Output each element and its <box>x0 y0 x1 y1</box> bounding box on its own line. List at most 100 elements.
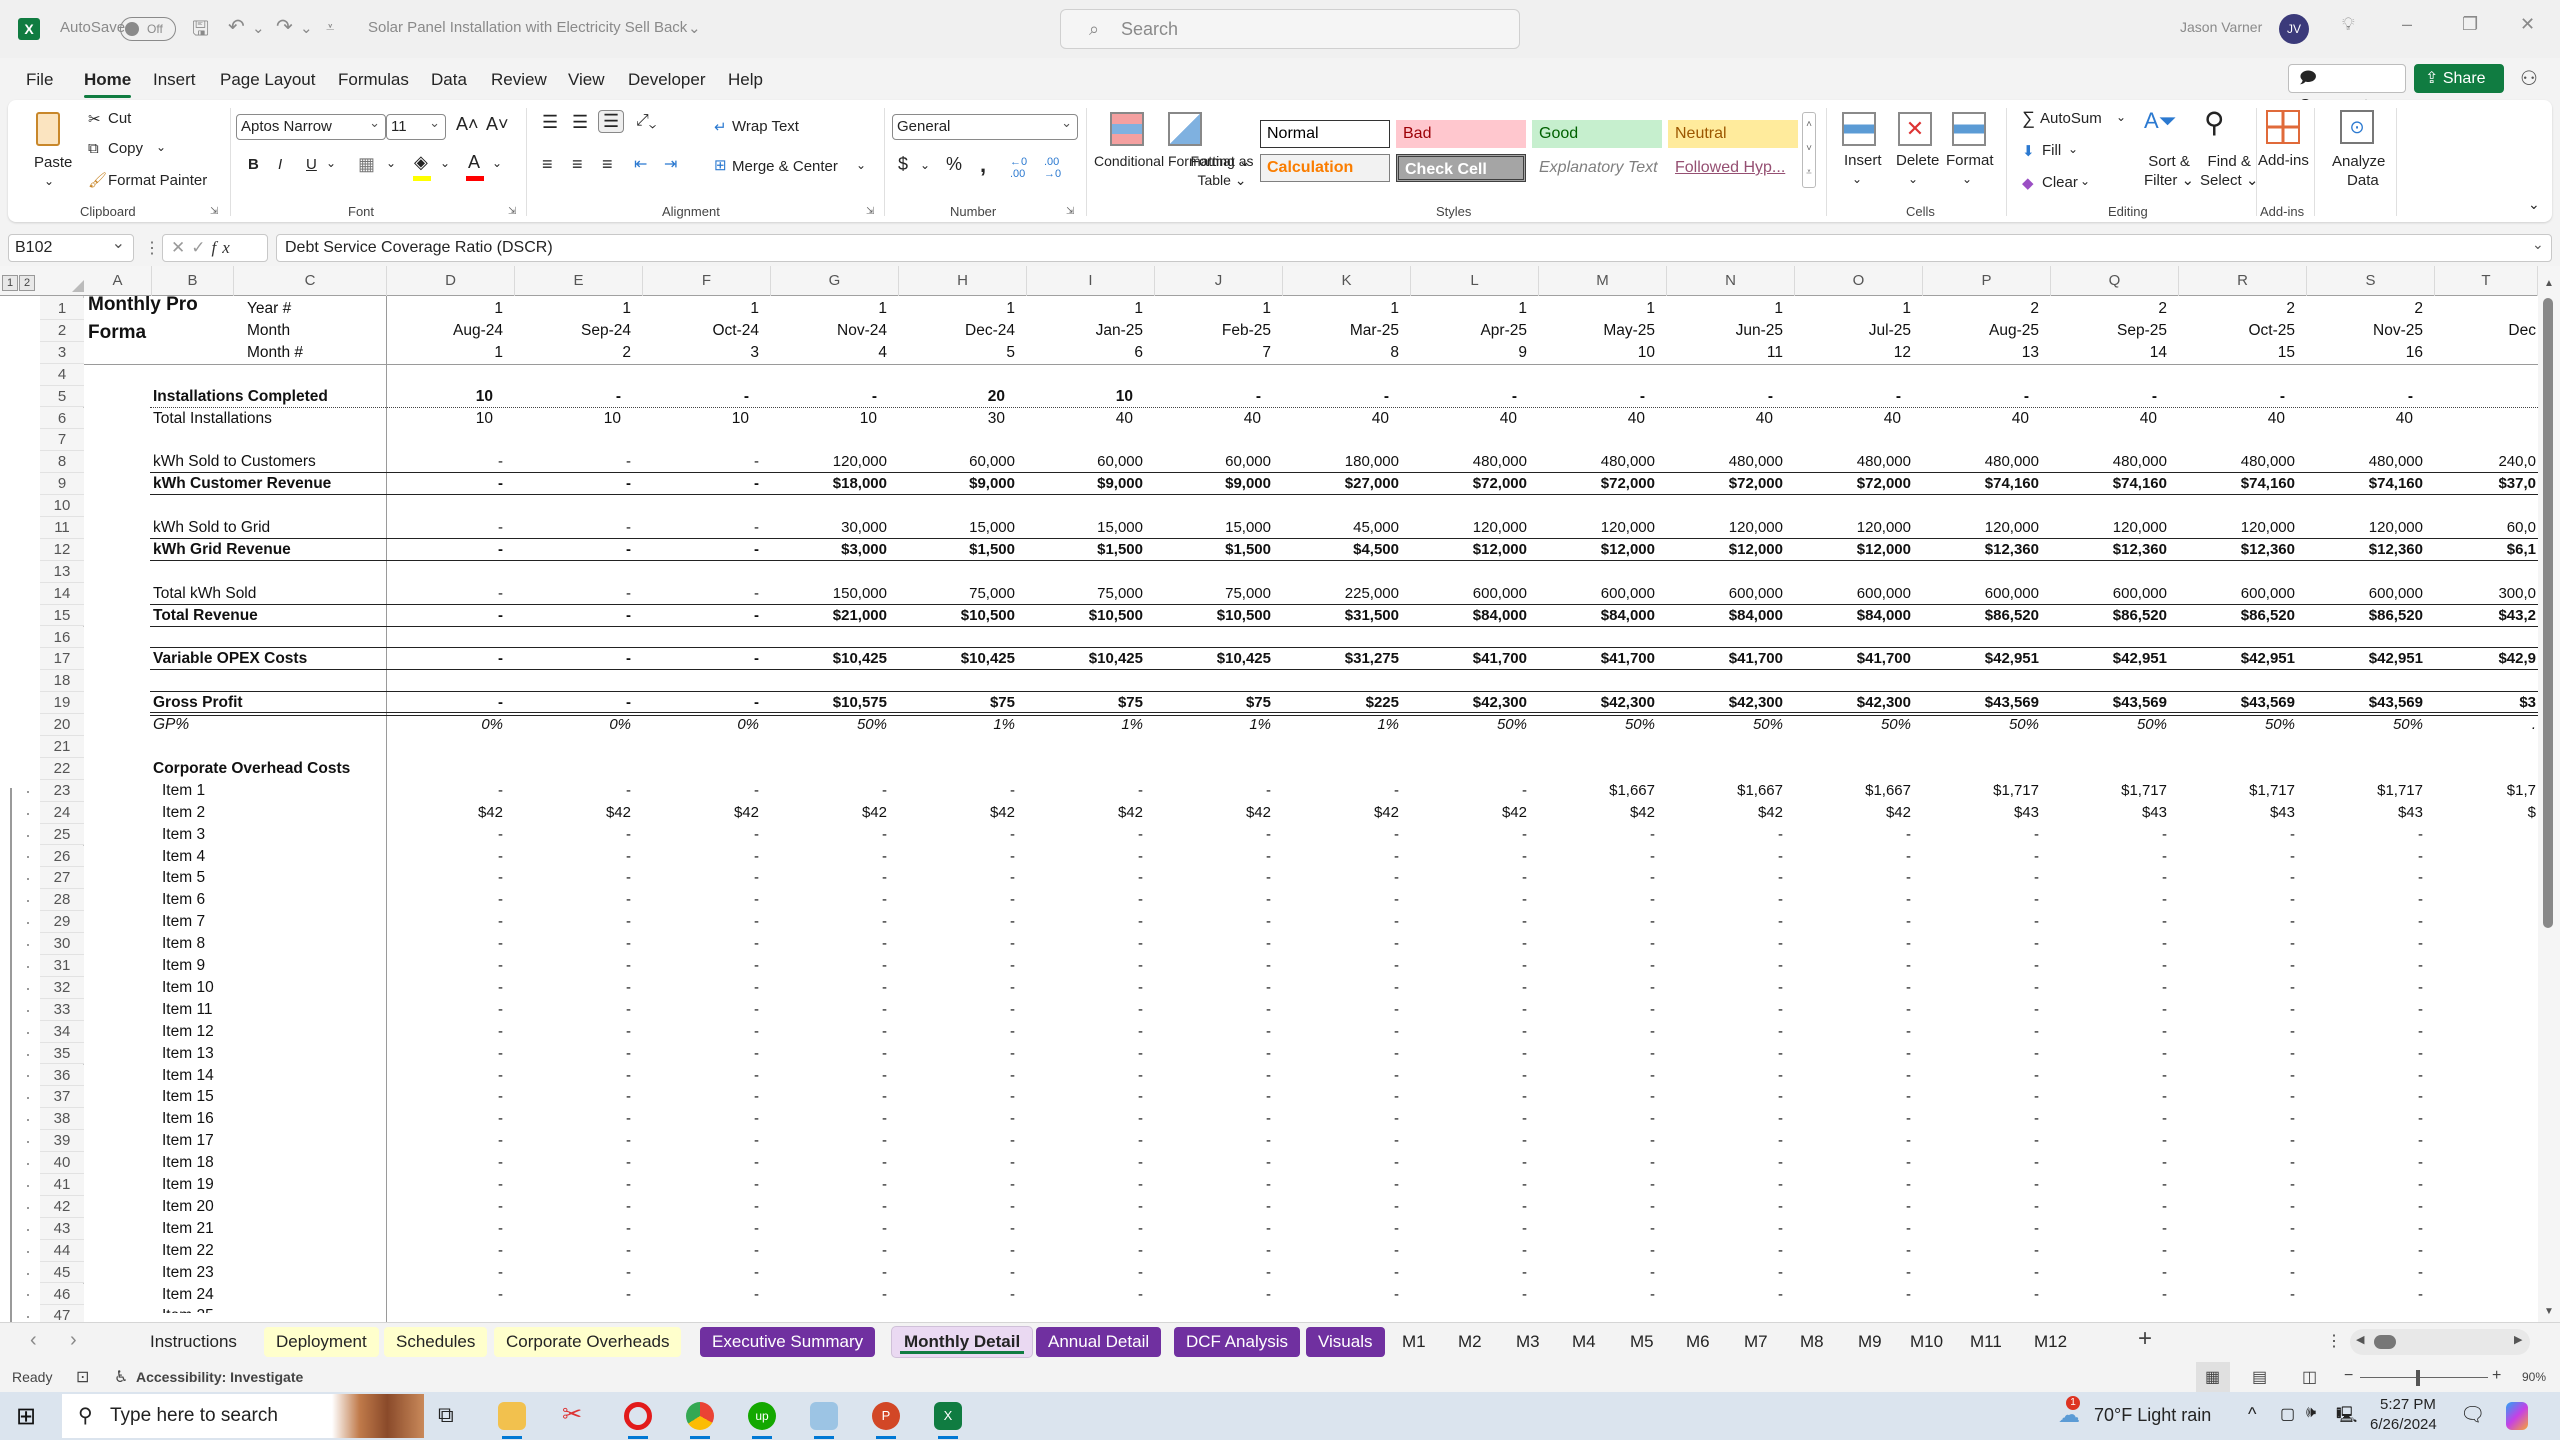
overhead-value-cell[interactable]: - <box>2179 824 2295 846</box>
data-cell[interactable]: - <box>643 692 759 714</box>
align-middle-icon[interactable]: ☰ <box>572 112 588 133</box>
wrap-text-button[interactable]: Wrap Text <box>732 118 799 135</box>
overhead-value-cell[interactable]: - <box>2179 1240 2295 1262</box>
data-cell[interactable]: 40 <box>1667 408 1783 430</box>
overhead-item-label[interactable]: Item 22 <box>162 1240 214 1262</box>
overhead-value-cell[interactable]: - <box>2051 1152 2167 1174</box>
sheet-tab-monthly-detail[interactable]: Monthly Detail <box>892 1327 1033 1357</box>
overhead-value-cell[interactable]: - <box>1923 824 2039 846</box>
row-label-kwh-sold-to-grid[interactable]: kWh Sold to Grid <box>153 517 270 539</box>
overhead-value-cell[interactable]: - <box>1667 1262 1783 1284</box>
overhead-value-cell[interactable]: - <box>1027 977 1143 999</box>
delete-button[interactable]: Delete <box>1896 152 1939 169</box>
outline-level-2-button[interactable]: 2 <box>19 275 35 291</box>
overhead-value-cell[interactable]: $1,717 <box>2179 780 2295 802</box>
sheet-tab-m8[interactable]: M8 <box>1788 1327 1836 1357</box>
overhead-value-cell[interactable]: - <box>515 1284 631 1306</box>
overhead-value-cell[interactable]: - <box>1795 1174 1911 1196</box>
data-cell[interactable]: $41,700 <box>1539 648 1655 670</box>
data-cell[interactable]: $12,360 <box>2307 539 2423 561</box>
row-header-36[interactable]: 36 <box>40 1064 84 1087</box>
overhead-value-cell[interactable]: - <box>1283 1021 1399 1043</box>
expand-formula-icon[interactable]: ⌄ <box>2532 236 2544 253</box>
year-cell[interactable]: 1 <box>1155 298 1271 320</box>
overhead-value-cell[interactable]: - <box>1539 1086 1655 1108</box>
overhead-value-cell[interactable]: - <box>643 999 759 1021</box>
overhead-value-cell[interactable]: - <box>1539 867 1655 889</box>
customize-qat-icon[interactable]: ⩡ <box>326 19 334 36</box>
data-cell[interactable]: - <box>387 648 503 670</box>
data-cell[interactable]: 50% <box>1667 714 1783 736</box>
overhead-value-cell[interactable]: - <box>1027 846 1143 868</box>
month-cell[interactable]: Jan-25 <box>1027 320 1143 342</box>
data-cell[interactable]: $74,160 <box>2307 473 2423 495</box>
horizontal-scrollbar[interactable]: ◀ ▶ <box>2350 1329 2530 1355</box>
row-header-22[interactable]: 22 <box>40 757 84 780</box>
overhead-value-cell[interactable]: - <box>387 1174 503 1196</box>
overhead-value-cell[interactable]: - <box>1155 1218 1271 1240</box>
font-family-select[interactable]: Aptos Narrow <box>236 111 386 140</box>
overhead-value-cell[interactable]: - <box>771 1262 887 1284</box>
month-number-cell[interactable]: 12 <box>1795 342 1911 364</box>
overhead-value-cell[interactable]: - <box>899 955 1015 977</box>
tab-view[interactable]: View <box>568 70 605 90</box>
overhead-value-cell[interactable]: - <box>1155 1262 1271 1284</box>
comma-style-button[interactable]: , <box>980 152 986 178</box>
overhead-value-cell[interactable]: - <box>643 1196 759 1218</box>
overhead-value-cell[interactable]: - <box>771 911 887 933</box>
row-header-45[interactable]: 45 <box>40 1261 84 1284</box>
data-cell[interactable]: 600,000 <box>1539 583 1655 605</box>
row-header-14[interactable]: 14 <box>40 582 84 605</box>
overhead-value-cell[interactable]: - <box>1027 867 1143 889</box>
overhead-value-cell[interactable]: - <box>2179 1218 2295 1240</box>
data-cell[interactable]: 120,000 <box>1795 517 1911 539</box>
data-cell[interactable]: - <box>1155 386 1271 408</box>
overhead-value-cell[interactable]: - <box>2307 1065 2423 1087</box>
overhead-value-cell[interactable]: - <box>1411 1086 1527 1108</box>
overhead-value-cell[interactable]: $42 <box>1539 802 1655 824</box>
row-header-8[interactable]: 8 <box>40 451 84 474</box>
month-cell[interactable]: Feb-25 <box>1155 320 1271 342</box>
data-cell[interactable]: $10,425 <box>1027 648 1143 670</box>
collapse-ribbon-icon[interactable]: ⌄ <box>2528 196 2540 213</box>
overhead-item-label[interactable]: Item 9 <box>162 955 205 977</box>
sheet-tab-deployment[interactable]: Deployment <box>264 1327 379 1357</box>
data-cell[interactable]: $3 <box>2435 692 2536 714</box>
overhead-value-cell[interactable]: - <box>643 955 759 977</box>
overhead-value-cell[interactable]: - <box>1283 1174 1399 1196</box>
tab-data[interactable]: Data <box>431 70 467 90</box>
overhead-value-cell[interactable]: - <box>2179 955 2295 977</box>
search-input[interactable]: ⌕ Search <box>1060 9 1520 49</box>
overhead-value-cell[interactable]: - <box>1923 1262 2039 1284</box>
format-painter-button[interactable]: Format Painter <box>108 172 207 189</box>
alignment-launcher-icon[interactable]: ⇲ <box>866 206 874 217</box>
data-cell[interactable]: $84,000 <box>1667 605 1783 627</box>
overhead-value-cell[interactable]: - <box>1667 999 1783 1021</box>
overhead-value-cell[interactable]: - <box>1027 1043 1143 1065</box>
overhead-value-cell[interactable]: - <box>771 889 887 911</box>
overhead-value-cell[interactable]: - <box>1795 933 1911 955</box>
overhead-value-cell[interactable]: - <box>2051 1043 2167 1065</box>
year-cell[interactable]: 1 <box>387 298 503 320</box>
data-cell[interactable]: . <box>2435 714 2536 736</box>
month-number-cell[interactable]: 8 <box>1283 342 1399 364</box>
data-cell[interactable]: 10 <box>1027 386 1143 408</box>
copilot-icon[interactable] <box>2506 1402 2528 1430</box>
data-cell[interactable]: $43,569 <box>1923 692 2039 714</box>
row-header-19[interactable]: 19 <box>40 692 84 715</box>
month-cell[interactable]: Jun-25 <box>1667 320 1783 342</box>
show-hidden-icons-icon[interactable]: ^ <box>2248 1404 2256 1425</box>
overhead-value-cell[interactable]: - <box>1667 955 1783 977</box>
data-cell[interactable]: $12,360 <box>2179 539 2295 561</box>
data-cell[interactable]: $31,275 <box>1283 648 1399 670</box>
overhead-value-cell[interactable]: - <box>1667 1130 1783 1152</box>
overhead-value-cell[interactable]: - <box>1539 1152 1655 1174</box>
decrease-indent-icon[interactable]: ⇤ <box>634 154 647 174</box>
overhead-value-cell[interactable]: - <box>899 824 1015 846</box>
data-cell[interactable] <box>2435 408 2536 430</box>
overhead-item-label[interactable]: Item 14 <box>162 1065 214 1087</box>
overhead-value-cell[interactable]: - <box>771 780 887 802</box>
sheet-tab-m10[interactable]: M10 <box>1898 1327 1955 1357</box>
clock-time[interactable]: 5:27 PM <box>2380 1396 2436 1413</box>
data-cell[interactable]: - <box>643 539 759 561</box>
